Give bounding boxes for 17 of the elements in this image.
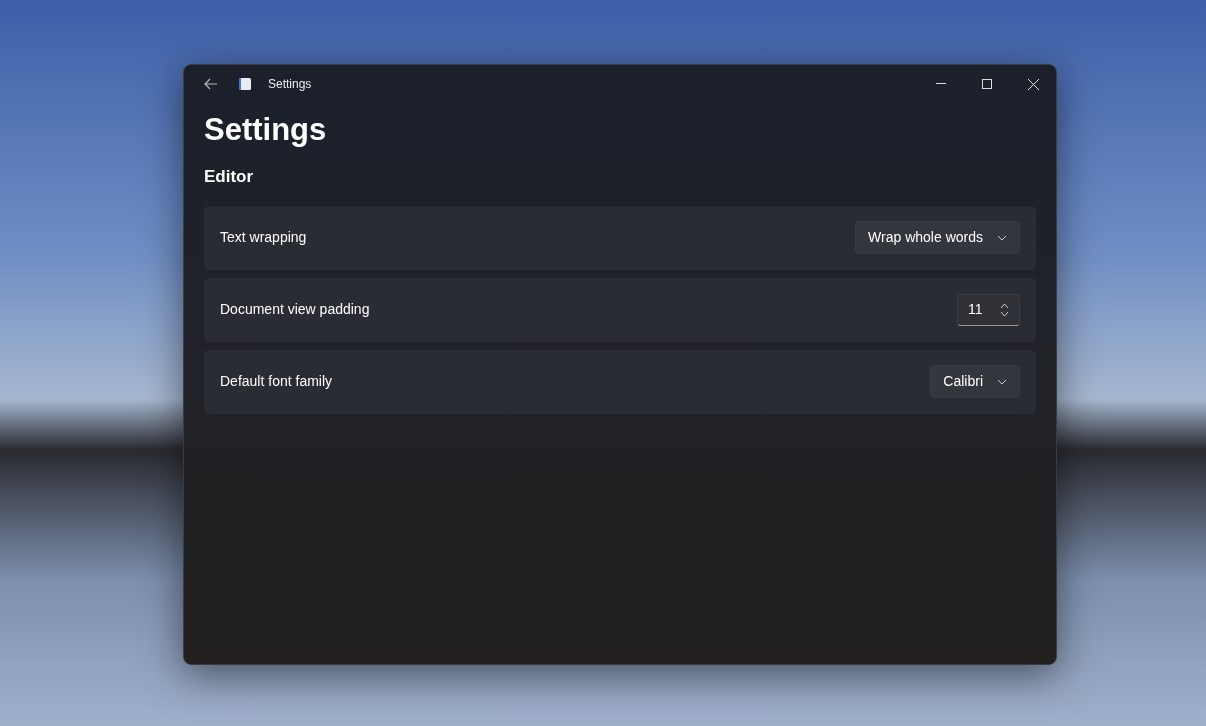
dropdown[interactable]: Wrap whole words: [855, 221, 1020, 255]
back-arrow-icon: [204, 78, 218, 90]
setting-label: Default font family: [220, 372, 333, 392]
number-input-field[interactable]: 11: [957, 293, 1020, 326]
minimize-icon: [936, 83, 946, 85]
chevron-down-icon: [997, 378, 1007, 385]
setting-label: Document view padding: [220, 300, 370, 320]
chevron-down-icon: [997, 234, 1007, 241]
window-title: Settings: [268, 76, 312, 93]
section-heading: Editor: [204, 166, 255, 189]
dropdown[interactable]: Calibri: [930, 365, 1020, 399]
spinner-arrows-icon: [1000, 302, 1009, 317]
setting-label: Text wrapping: [220, 228, 307, 248]
app-icon: [238, 77, 252, 91]
close-icon: [1027, 78, 1039, 90]
page-title: Settings: [204, 111, 328, 149]
maximize-icon: [982, 79, 992, 89]
